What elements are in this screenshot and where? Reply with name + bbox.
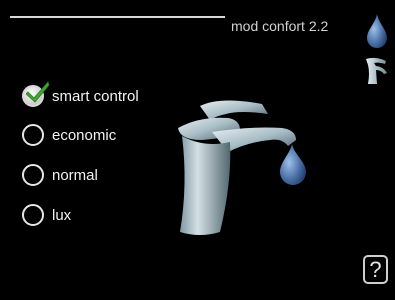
tap-icon [366, 57, 387, 84]
help-icon: ? [369, 257, 382, 282]
option-label: smart control [52, 87, 139, 105]
option-label: normal [52, 166, 98, 184]
option-label: economic [52, 126, 117, 144]
option-lux[interactable]: lux [22, 202, 71, 228]
checkmark-icon [26, 81, 50, 103]
help-button[interactable]: ? [363, 255, 388, 284]
header-line [10, 16, 225, 18]
water-drop-icon [367, 14, 387, 48]
radio-unchecked[interactable] [22, 124, 44, 146]
radio-unchecked[interactable] [22, 204, 44, 226]
hot-water-comfort-screen: mod confort 2.2 smart control economic n… [0, 0, 395, 300]
radio-checked[interactable] [22, 81, 50, 107]
option-normal[interactable]: normal [22, 162, 98, 188]
radio-unchecked[interactable] [22, 164, 44, 186]
option-smart-control[interactable]: smart control [22, 81, 139, 109]
page-title: mod confort 2.2 [231, 18, 329, 34]
faucet-illustration [178, 100, 306, 235]
option-economic[interactable]: economic [22, 122, 116, 148]
option-label: lux [52, 206, 72, 224]
